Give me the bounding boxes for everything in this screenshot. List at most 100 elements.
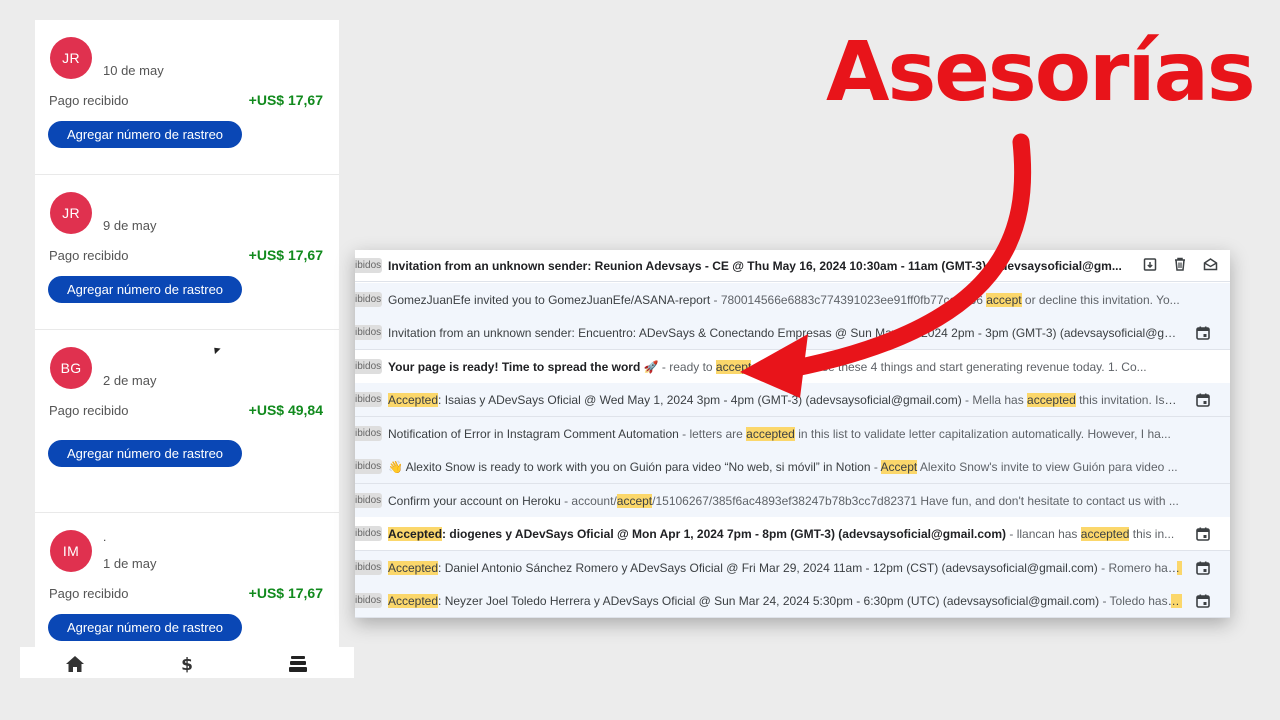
- order-date: 2 de may: [103, 373, 157, 388]
- email-text: - Toledo has: [1099, 593, 1171, 608]
- label-chip: ibidos: [355, 292, 382, 307]
- email-subject-snippet: Accepted: Isaias y ADevSays Oficial @ We…: [388, 392, 1182, 407]
- calendar-icon[interactable]: [1192, 527, 1214, 541]
- label-chip: ibidos: [355, 593, 382, 608]
- search-highlight: accepted: [1080, 526, 1130, 541]
- svg-text:$: $: [181, 655, 193, 674]
- email-row[interactable]: ibidos GomezJuanEfe invited you to GomezJ…: [355, 283, 1230, 317]
- calendar-icon[interactable]: [1192, 594, 1214, 608]
- email-text: in this list to validate letter capitali…: [794, 426, 1171, 441]
- headline: Asesorías: [826, 25, 1256, 120]
- avatar: IM: [50, 530, 92, 572]
- search-highlight: accepted: [746, 426, 795, 441]
- email-subject-snippet: Accepted: Daniel Antonio Sánchez Romero …: [388, 560, 1182, 575]
- search-highlight: accept: [986, 292, 1022, 307]
- search-highlight: Accepted: [388, 526, 443, 541]
- calendar-icon[interactable]: [1192, 393, 1214, 407]
- email-subject-snippet: Accepted: Neyzer Joel Toledo Herrera y A…: [388, 593, 1182, 608]
- email-subject-snippet: Your page is ready! Time to spread the w…: [388, 359, 1182, 374]
- payment-amount: +US$ 17,67: [248, 247, 323, 263]
- payment-amount: +US$ 17,67: [248, 585, 323, 601]
- email-row[interactable]: ibidos Notification of Error in Instagram…: [355, 417, 1230, 451]
- search-highlight: accepted: [1027, 392, 1076, 407]
- customer-name: .: [103, 530, 107, 544]
- archive-icon[interactable]: [1143, 257, 1157, 274]
- search-highlight: Accepted: [388, 392, 439, 407]
- orders-list: JR 10 de may Pago recibido +US$ 17,67 Agrega…: [35, 20, 339, 648]
- search-highlight: accept: [715, 359, 752, 374]
- email-text: - Romero has: [1097, 560, 1178, 575]
- label-chip: ibidos: [355, 426, 382, 441]
- order-card[interactable]: IM. 1 de may Pago recibido +US$ 17,67 Agrega…: [35, 513, 339, 648]
- email-row[interactable]: ibidos Accepted: diogenes y ADevSays Ofic…: [355, 517, 1230, 551]
- row-actions: [1143, 257, 1218, 274]
- add-tracking-button[interactable]: Agregar número de rastreo: [48, 121, 242, 148]
- email-text: Alexito Snow's invite to view Guión para…: [917, 459, 1178, 474]
- email-text: : Neyzer Joel Toledo Herrera y ADevSays …: [438, 593, 1100, 608]
- avatar: BG: [50, 347, 92, 389]
- email-text: Invitation from an unknown sender: Encue…: [388, 325, 1182, 340]
- email-subject-snippet: Confirm your account on Heroku - account…: [388, 493, 1182, 508]
- search-highlight: Accepted: [388, 593, 439, 608]
- email-row[interactable]: ibidos Your page is ready! Time to spread…: [355, 350, 1230, 384]
- label-chip: ibidos: [355, 459, 382, 474]
- calendar-icon[interactable]: [1192, 561, 1214, 575]
- bottom-navigation: $: [20, 647, 354, 678]
- email-text: or decline this invitation. Yo...: [1021, 292, 1180, 307]
- add-tracking-button[interactable]: Agregar número de rastreo: [48, 440, 242, 467]
- delete-icon[interactable]: [1173, 257, 1187, 274]
- order-card[interactable]: JR 10 de may Pago recibido +US$ 17,67 Agrega…: [35, 20, 339, 175]
- email-text: GomezJuanEfe invited you to GomezJuanEfe…: [388, 292, 711, 307]
- email-subject-snippet: Accepted: diogenes y ADevSays Oficial @ …: [388, 526, 1182, 541]
- email-text: Invitation from an unknown sender: Reuni…: [388, 258, 1122, 273]
- email-text: -: [870, 459, 881, 474]
- avatar: JR: [50, 192, 92, 234]
- email-text: - 780014566e6883c774391023ee91ff0fb77ce9…: [710, 292, 987, 307]
- stack-icon[interactable]: [288, 654, 308, 674]
- dollar-icon[interactable]: $: [177, 654, 197, 674]
- order-card[interactable]: BG 2 de may Pago recibido +US$ 49,84 Agregar…: [35, 330, 339, 513]
- email-text: - account/: [560, 493, 617, 508]
- label-chip: ibidos: [355, 325, 382, 340]
- email-text: - llancan has: [1006, 526, 1081, 541]
- email-text: /15106267/385f6ac4893ef38247b78b3cc7d823…: [652, 493, 1179, 508]
- home-icon[interactable]: [65, 654, 85, 674]
- email-text: this invitation. Isaia...: [1075, 392, 1182, 407]
- mark-unread-icon[interactable]: [1203, 257, 1218, 274]
- calendar-icon[interactable]: [1192, 326, 1214, 340]
- search-highlight: accept: [616, 493, 653, 508]
- email-text: - ready to: [658, 359, 716, 374]
- search-highlight: Accepted: [388, 560, 439, 575]
- label-chip: ibidos: [355, 560, 382, 575]
- email-row[interactable]: ibidos Invitation from an unknown sender:…: [355, 316, 1230, 350]
- mouse-cursor-icon: [211, 344, 221, 355]
- email-row[interactable]: ibidos Accepted: Isaias y ADevSays Oficia…: [355, 383, 1230, 417]
- email-subject-snippet: 👋 Alexito Snow is ready to work with you…: [388, 459, 1182, 474]
- label-chip: ibidos: [355, 359, 382, 374]
- email-subject-snippet: Notification of Error in Instagram Comme…: [388, 426, 1182, 441]
- payment-status: Pago recibido: [49, 586, 129, 601]
- email-subject-snippet: Invitation from an unknown sender: Reuni…: [388, 259, 1131, 273]
- email-text: - letters are: [678, 426, 747, 441]
- email-row[interactable]: ibidos Invitation from an unknown sender:…: [355, 250, 1230, 282]
- order-date: 10 de may: [103, 63, 164, 78]
- add-tracking-button[interactable]: Agregar número de rastreo: [48, 276, 242, 303]
- email-row[interactable]: ibidos Confirm your account on Heroku - a…: [355, 484, 1230, 518]
- email-row[interactable]: ibidos 👋 Alexito Snow is ready to work wi…: [355, 450, 1230, 484]
- email-text: - Mella has: [961, 392, 1028, 407]
- order-date: 1 de may: [103, 556, 157, 571]
- email-row[interactable]: ibidos Accepted: Neyzer Joel Toledo Herre…: [355, 584, 1230, 618]
- search-highlight: Accept: [880, 459, 918, 474]
- email-subject-snippet: Invitation from an unknown sender: Encue…: [388, 326, 1182, 340]
- email-text: : Daniel Antonio Sánchez Romero y ADevSa…: [438, 560, 1098, 575]
- payment-amount: +US$ 49,84: [248, 402, 323, 418]
- add-tracking-button[interactable]: Agregar número de rastreo: [48, 614, 242, 641]
- email-text: Your page is ready! Time to spread the w…: [388, 359, 659, 374]
- order-card[interactable]: JR 9 de may Pago recibido +US$ 17,67 Agregar…: [35, 175, 339, 330]
- payment-status: Pago recibido: [49, 403, 129, 418]
- order-date: 9 de may: [103, 218, 157, 233]
- label-chip: ibidos: [355, 526, 382, 541]
- email-text: this in...: [1129, 526, 1175, 541]
- email-text: : Isaias y ADevSays Oficial @ Wed May 1,…: [438, 392, 962, 407]
- email-row[interactable]: ibidos Accepted: Daniel Antonio Sánchez R…: [355, 551, 1230, 585]
